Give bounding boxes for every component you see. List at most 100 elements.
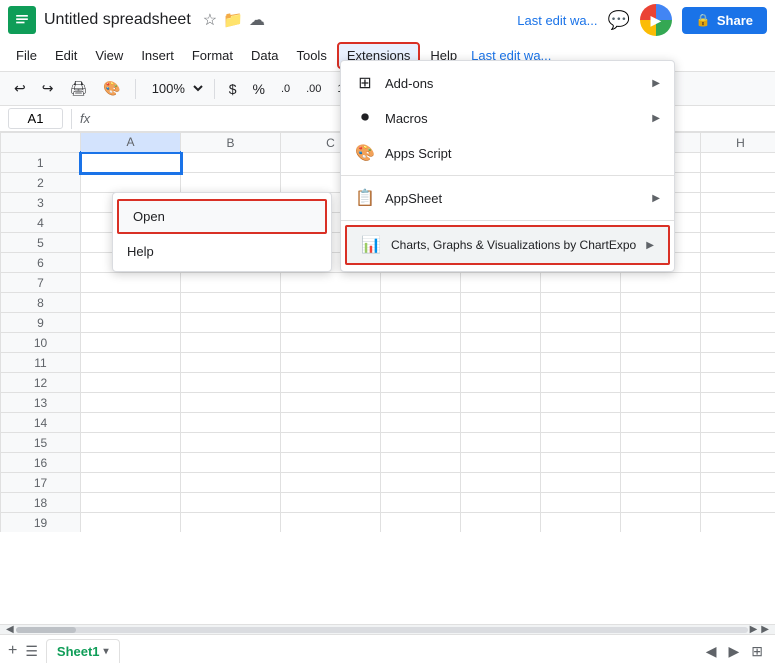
cell-A15[interactable] <box>81 433 181 453</box>
cell-D9[interactable] <box>381 313 461 333</box>
appsheet-item[interactable]: 📋 AppSheet ▶ <box>341 180 674 216</box>
cell-A1[interactable] <box>81 153 181 173</box>
cell-E17[interactable] <box>461 473 541 493</box>
cell-B11[interactable] <box>181 353 281 373</box>
charts-item[interactable]: 📊 Charts, Graphs & Visualizations by Cha… <box>345 225 670 265</box>
help-item[interactable]: Help <box>113 236 331 267</box>
cell-F10[interactable] <box>541 333 621 353</box>
cell-A16[interactable] <box>81 453 181 473</box>
cell-B14[interactable] <box>181 413 281 433</box>
cell-F15[interactable] <box>541 433 621 453</box>
cell-F13[interactable] <box>541 393 621 413</box>
cell-H7[interactable] <box>701 273 775 293</box>
cell-C9[interactable] <box>281 313 381 333</box>
col-header-a[interactable]: A <box>81 133 181 153</box>
scroll-left-arrow[interactable]: ◀ <box>4 624 16 635</box>
menu-insert[interactable]: Insert <box>133 44 182 67</box>
cell-H15[interactable] <box>701 433 775 453</box>
cell-F11[interactable] <box>541 353 621 373</box>
cell-G15[interactable] <box>621 433 701 453</box>
h-scroll[interactable]: ◀ ▶ ▶ <box>0 624 775 634</box>
last-edit-label[interactable]: Last edit wa... <box>517 13 597 28</box>
cell-D13[interactable] <box>381 393 461 413</box>
cell-A19[interactable] <box>81 513 181 533</box>
cell-A11[interactable] <box>81 353 181 373</box>
menu-view[interactable]: View <box>87 44 131 67</box>
cell-C14[interactable] <box>281 413 381 433</box>
cell-C7[interactable] <box>281 273 381 293</box>
cell-E13[interactable] <box>461 393 541 413</box>
sheet-list-button[interactable]: ☰ <box>25 643 38 660</box>
cell-C12[interactable] <box>281 373 381 393</box>
cell-H1[interactable] <box>701 153 775 173</box>
macros-item[interactable]: ⏺ Macros ▶ <box>341 101 674 135</box>
cloud-icon[interactable]: ☁ <box>249 10 265 30</box>
redo-button[interactable]: ↪ <box>36 76 60 101</box>
scroll-track[interactable] <box>16 627 748 633</box>
cell-ref-input[interactable] <box>8 108 63 129</box>
cell-H5[interactable] <box>701 233 775 253</box>
cell-F19[interactable] <box>541 513 621 533</box>
cell-B7[interactable] <box>181 273 281 293</box>
cell-D11[interactable] <box>381 353 461 373</box>
cell-H8[interactable] <box>701 293 775 313</box>
cell-D16[interactable] <box>381 453 461 473</box>
cell-B16[interactable] <box>181 453 281 473</box>
cell-G10[interactable] <box>621 333 701 353</box>
cell-F17[interactable] <box>541 473 621 493</box>
cell-H14[interactable] <box>701 413 775 433</box>
cell-D12[interactable] <box>381 373 461 393</box>
menu-format[interactable]: Format <box>184 44 241 67</box>
cell-B12[interactable] <box>181 373 281 393</box>
sheet-tab-sheet1[interactable]: Sheet1 ▾ <box>46 639 120 663</box>
cell-B15[interactable] <box>181 433 281 453</box>
cell-D8[interactable] <box>381 293 461 313</box>
menu-tools[interactable]: Tools <box>288 44 334 67</box>
percent-button[interactable]: % <box>246 77 270 101</box>
share-button[interactable]: 🔒 Share <box>682 7 767 34</box>
cell-H16[interactable] <box>701 453 775 473</box>
cell-D17[interactable] <box>381 473 461 493</box>
scroll-right-arrow[interactable]: ▶ <box>748 624 760 635</box>
menu-data[interactable]: Data <box>243 44 286 67</box>
cell-C18[interactable] <box>281 493 381 513</box>
cell-A14[interactable] <box>81 413 181 433</box>
explore-button[interactable]: ⊞ <box>747 641 767 662</box>
cell-B8[interactable] <box>181 293 281 313</box>
cell-G12[interactable] <box>621 373 701 393</box>
cell-E16[interactable] <box>461 453 541 473</box>
cell-A17[interactable] <box>81 473 181 493</box>
cell-D18[interactable] <box>381 493 461 513</box>
zoom-select[interactable]: 100% 75% 150% <box>144 78 206 99</box>
cell-A2[interactable] <box>81 173 181 193</box>
cell-F16[interactable] <box>541 453 621 473</box>
cell-G19[interactable] <box>621 513 701 533</box>
scroll-right-arrow-2[interactable]: ▶ <box>759 624 771 635</box>
cell-C17[interactable] <box>281 473 381 493</box>
cell-A8[interactable] <box>81 293 181 313</box>
cell-G11[interactable] <box>621 353 701 373</box>
cell-G8[interactable] <box>621 293 701 313</box>
drive-icon[interactable]: 📁 <box>223 10 243 30</box>
cell-B17[interactable] <box>181 473 281 493</box>
cell-D7[interactable] <box>381 273 461 293</box>
cell-E12[interactable] <box>461 373 541 393</box>
cell-G7[interactable] <box>621 273 701 293</box>
cell-F8[interactable] <box>541 293 621 313</box>
cell-B2[interactable] <box>181 173 281 193</box>
col-header-h[interactable]: H <box>701 133 775 153</box>
paint-format-button[interactable]: 🎨 <box>97 76 126 101</box>
cell-G9[interactable] <box>621 313 701 333</box>
cell-H18[interactable] <box>701 493 775 513</box>
cell-B10[interactable] <box>181 333 281 353</box>
cell-D19[interactable] <box>381 513 461 533</box>
cell-H17[interactable] <box>701 473 775 493</box>
cell-E18[interactable] <box>461 493 541 513</box>
cell-D10[interactable] <box>381 333 461 353</box>
cell-E11[interactable] <box>461 353 541 373</box>
cell-F18[interactable] <box>541 493 621 513</box>
cell-F14[interactable] <box>541 413 621 433</box>
undo-button[interactable]: ↩ <box>8 76 32 101</box>
cell-A9[interactable] <box>81 313 181 333</box>
cell-A13[interactable] <box>81 393 181 413</box>
